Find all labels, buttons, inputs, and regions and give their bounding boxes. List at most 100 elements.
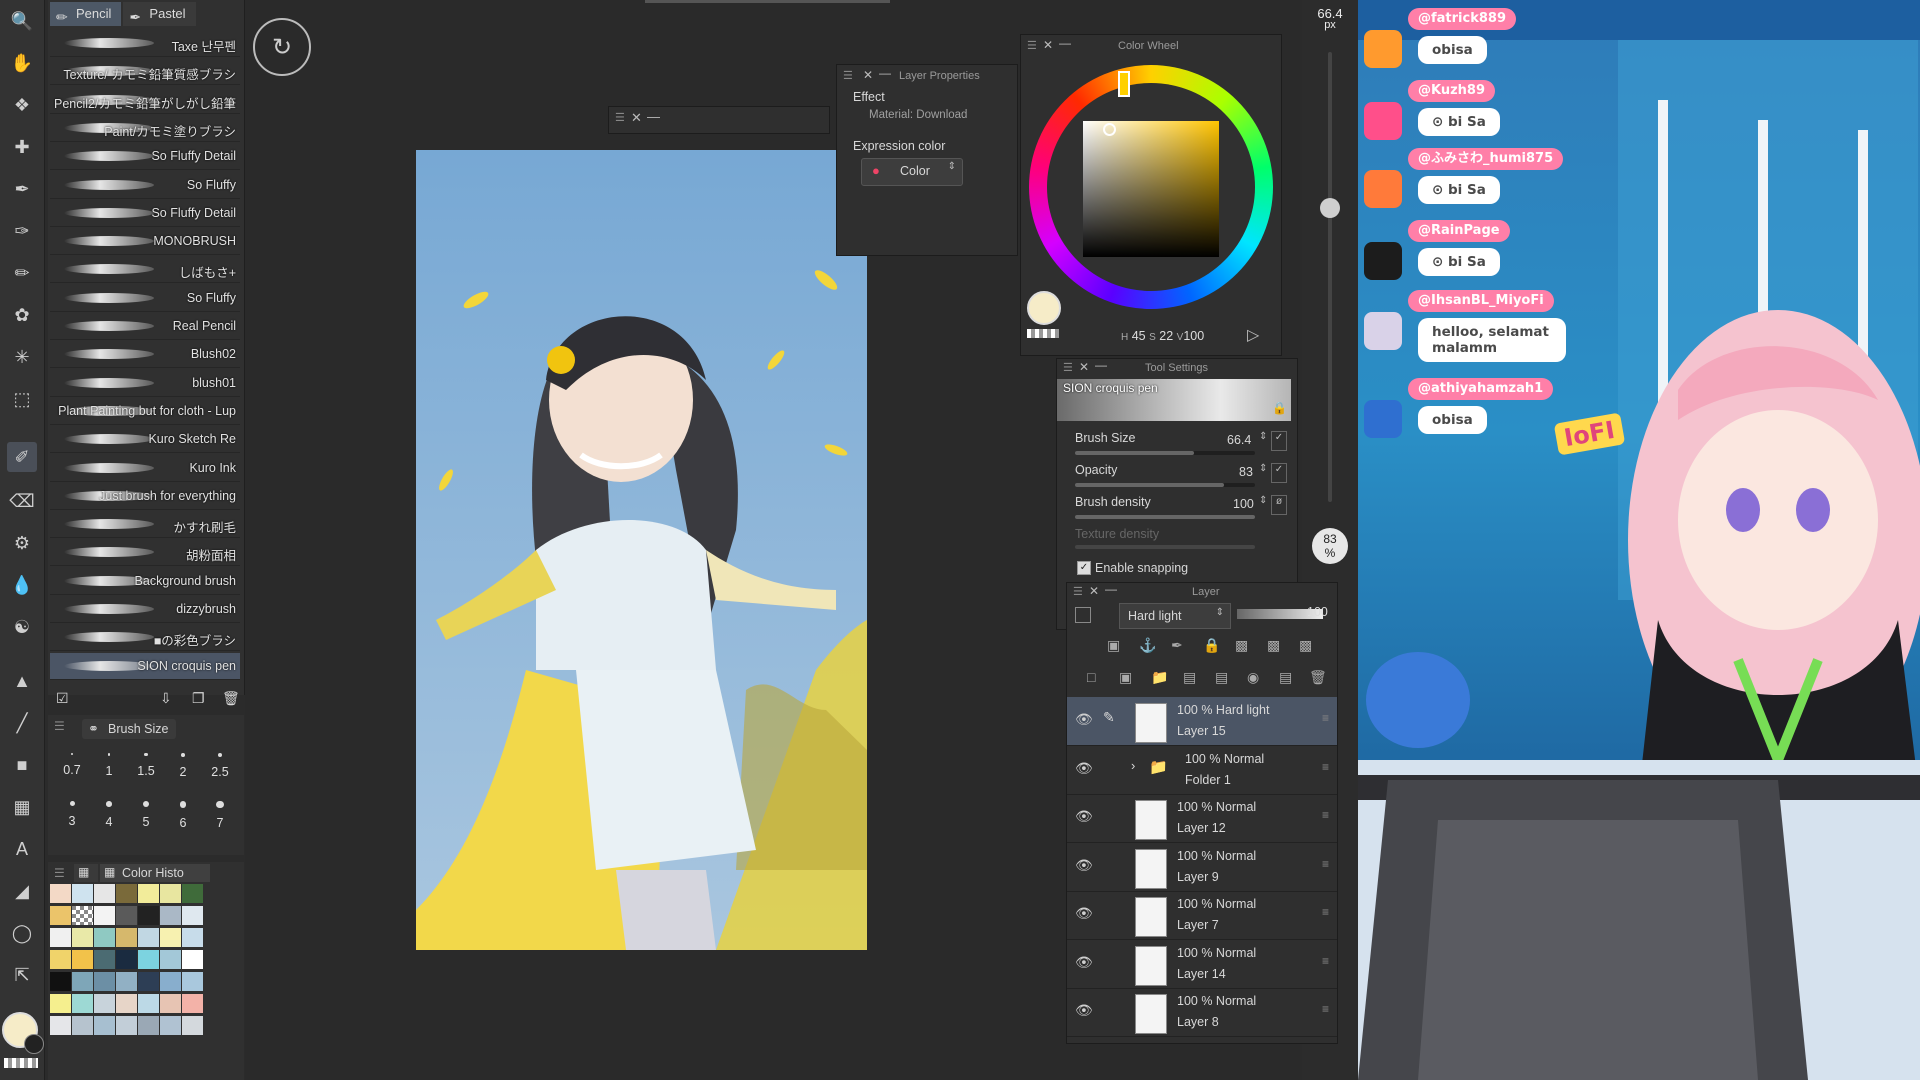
color-swatch[interactable]	[160, 1016, 181, 1035]
stepper-icon[interactable]: ⇕	[1259, 495, 1267, 506]
close-icon[interactable]: ✕	[1089, 584, 1099, 598]
pencil-tool-icon[interactable]: ✏	[7, 258, 37, 288]
color-swatch[interactable]	[160, 884, 181, 903]
tab-pencil[interactable]: ✏ Pencil	[50, 2, 122, 26]
color-swatch[interactable]	[182, 884, 203, 903]
brush-item[interactable]: Texture/ カモミ鉛筆質感ブラシ	[50, 58, 240, 86]
water-tool-icon[interactable]: 💧	[7, 570, 37, 600]
expression-color-select[interactable]: ● Color ⇕	[861, 158, 963, 186]
brush-item[interactable]: So Fluffy Detail	[50, 200, 240, 227]
color-swatch[interactable]	[182, 928, 203, 947]
artwork-canvas[interactable]	[416, 150, 867, 950]
brush-item[interactable]: 胡粉面相	[50, 539, 240, 567]
brush-item[interactable]: SION croquis pen	[50, 652, 240, 680]
brush-item[interactable]: So Fluffy Detail	[50, 143, 240, 171]
new-raster-layer-icon[interactable]: □	[1087, 669, 1095, 685]
stepper-icon[interactable]: ⇕	[1259, 431, 1267, 442]
selection-tool-icon[interactable]: ⬚	[7, 384, 37, 414]
color-swatch[interactable]	[116, 884, 137, 903]
color-swatch[interactable]	[138, 928, 159, 947]
color-swatch[interactable]	[182, 906, 203, 925]
drag-handle-icon[interactable]: ≡	[1322, 711, 1329, 725]
visibility-eye-icon[interactable]: 👁	[1075, 711, 1093, 728]
sub-tool-settings-icon[interactable]: ☑	[56, 690, 69, 707]
combine-down-icon[interactable]: ▤	[1215, 669, 1228, 686]
reference-icon[interactable]: ⚓	[1139, 637, 1156, 654]
hand-tool-icon[interactable]: ✋	[7, 48, 37, 78]
brush-size-preset[interactable]: 2	[165, 747, 201, 791]
color-swatch[interactable]	[138, 906, 159, 925]
size-slider-track[interactable]	[1328, 52, 1332, 502]
color-swatch[interactable]	[138, 1016, 159, 1035]
eyedropper-tool-icon[interactable]: ✒	[7, 174, 37, 204]
chevron-right-icon[interactable]: ›	[1131, 758, 1135, 773]
opacity-slider[interactable]	[1075, 483, 1255, 487]
transparent-color-swatch[interactable]	[4, 1058, 38, 1068]
play-icon[interactable]: ▷	[1247, 325, 1259, 345]
stepper-icon[interactable]: ⇕	[1259, 463, 1267, 474]
layer-row[interactable]: 👁 100 % Normal Layer 12 ≡	[1067, 794, 1337, 843]
lock-transparency-icon[interactable]: ▩	[1235, 637, 1248, 654]
minimize-icon[interactable]: —	[1095, 358, 1107, 372]
panel-menu-icon[interactable]: ☰	[615, 111, 625, 124]
visibility-eye-icon[interactable]: 👁	[1075, 808, 1093, 825]
rotate-canvas-icon[interactable]: ↻	[253, 18, 311, 76]
brush-size-slider[interactable]	[1075, 451, 1255, 455]
snapping-checkbox[interactable]: ✓	[1077, 561, 1091, 575]
brush-item[interactable]: Pencil2/カモミ鉛筆がしがし鉛筆	[50, 87, 240, 114]
eraser-tool-icon[interactable]: ⌫	[7, 486, 37, 516]
minimize-icon[interactable]: —	[647, 109, 660, 124]
close-icon[interactable]: ✕	[1043, 38, 1053, 52]
color-set-tab[interactable]: ▦	[74, 864, 98, 882]
color-swatch[interactable]	[72, 1016, 93, 1035]
brush-size-preset[interactable]: 4	[91, 795, 127, 839]
brush-item[interactable]: Real Pencil	[50, 313, 240, 340]
blend-tool-icon[interactable]: ⚙	[7, 528, 37, 558]
bucket-tool-icon[interactable]: ▲	[7, 666, 37, 696]
layer-move-tool-icon[interactable]: ❖	[7, 90, 37, 120]
brush-item[interactable]: dizzybrush	[50, 596, 240, 623]
brush-item[interactable]: Plant Painting but for cloth - Lup	[50, 398, 240, 425]
color-swatch[interactable]	[50, 884, 71, 903]
color-swatch[interactable]	[50, 950, 71, 969]
brush-size-preset[interactable]: 3	[54, 795, 90, 839]
draft-icon[interactable]: ✒	[1171, 637, 1183, 654]
color-swatch[interactable]	[94, 928, 115, 947]
trash-icon[interactable]: 🗑	[222, 690, 240, 707]
color-swatch[interactable]	[116, 972, 137, 991]
frame-tool-icon[interactable]: ▦	[7, 792, 37, 822]
text-tool-icon[interactable]: A	[7, 834, 37, 864]
color-swatch[interactable]	[160, 994, 181, 1013]
zoom-tool-icon[interactable]: 🔍	[7, 6, 37, 36]
close-icon[interactable]: ✕	[863, 68, 873, 82]
color-swatch[interactable]	[72, 972, 93, 991]
color-swatch[interactable]	[160, 928, 181, 947]
brush-item[interactable]: Kuro Ink	[50, 455, 240, 482]
color-swatch[interactable]	[72, 928, 93, 947]
pen-tool-icon[interactable]: ✑	[7, 216, 37, 246]
color-swatch[interactable]	[138, 994, 159, 1013]
color-swatch[interactable]	[94, 884, 115, 903]
brush-size-preset[interactable]: 1	[91, 747, 127, 791]
color-swatch[interactable]	[72, 884, 93, 903]
brush-density-slider[interactable]	[1075, 515, 1255, 519]
density-toggle-icon[interactable]: ø	[1271, 495, 1287, 515]
panel-menu-icon[interactable]: ☰	[1027, 39, 1037, 52]
color-swatch[interactable]	[138, 972, 159, 991]
drag-handle-icon[interactable]: ≡	[1322, 760, 1329, 774]
brush-tool-icon[interactable]: ✐	[7, 442, 37, 472]
transparent-swatch[interactable]	[1027, 329, 1059, 338]
balloon-tool-icon[interactable]: ◯	[7, 918, 37, 948]
color-swatch[interactable]	[116, 1016, 137, 1035]
new-vector-layer-icon[interactable]: ▣	[1119, 669, 1132, 686]
minimize-icon[interactable]: —	[1105, 582, 1117, 596]
brush-item[interactable]: Taxe 난무펜	[50, 30, 240, 57]
folder-row[interactable]: 👁 › 📁 100 % Normal Folder 1 ≡	[1067, 746, 1337, 795]
brush-item[interactable]: blush01	[50, 370, 240, 397]
opacity-indicator[interactable]: 83 %	[1312, 528, 1348, 564]
brush-item[interactable]: So Fluffy	[50, 285, 240, 312]
pressure-toggle-icon[interactable]: ✓	[1271, 431, 1287, 451]
color-swatch[interactable]	[182, 972, 203, 991]
brush-item[interactable]: かすれ刷毛	[50, 511, 240, 539]
drag-handle-icon[interactable]: ≡	[1322, 905, 1329, 919]
